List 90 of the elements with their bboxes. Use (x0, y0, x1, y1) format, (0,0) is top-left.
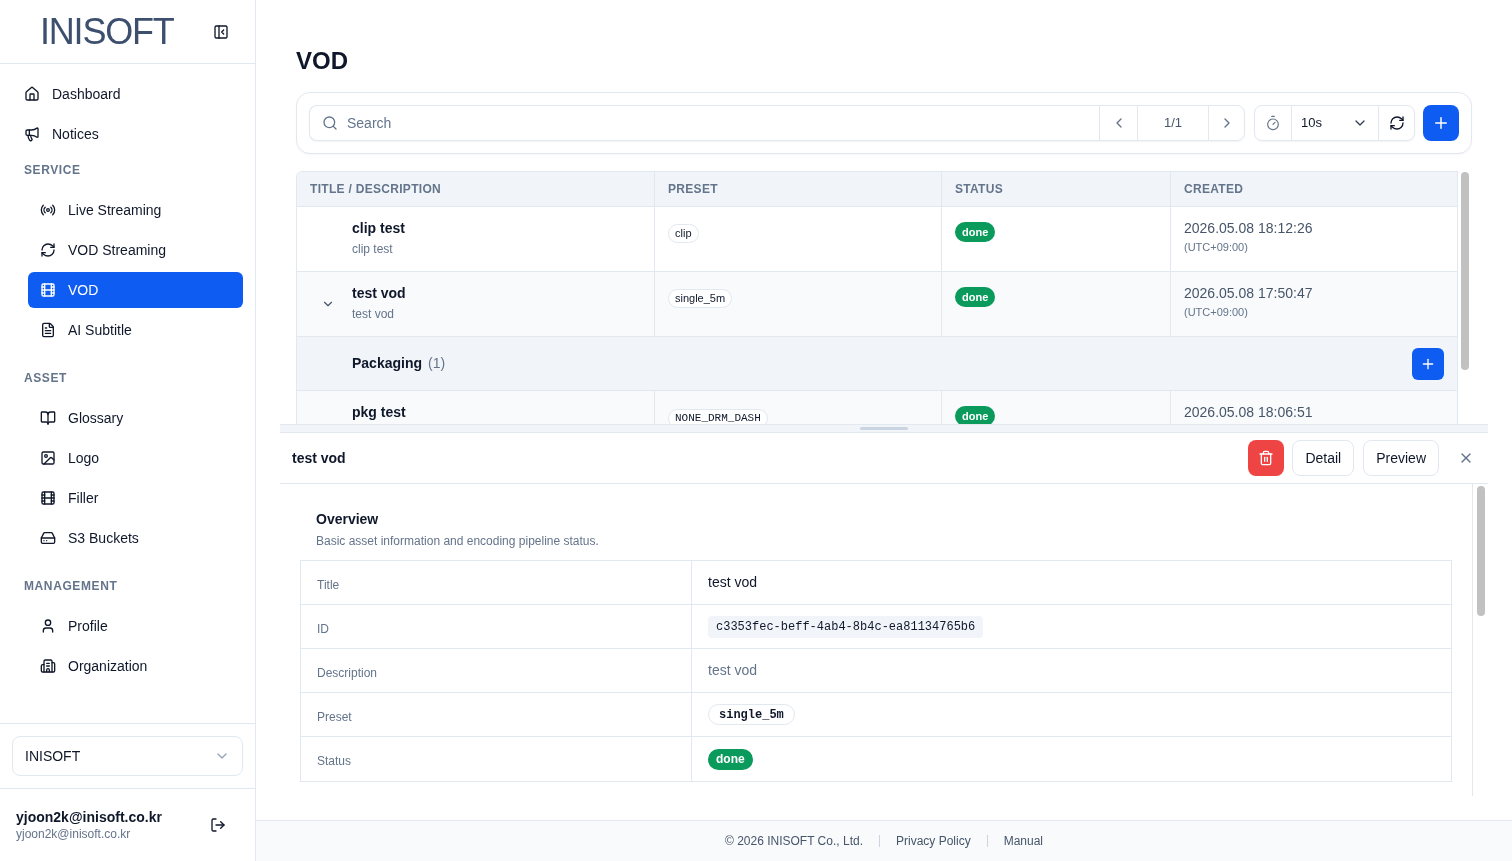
action-button[interactable]: Detail (1292, 440, 1355, 476)
status-badge: done (955, 406, 996, 424)
table-row[interactable]: clip test clip test clip done 2026.05.08 18:12:26 (UTC+09:00) (297, 207, 1457, 272)
column-header: TITLE / DESCRIPTION (309, 181, 443, 198)
building-icon (40, 658, 56, 674)
column-header: PRESET (654, 172, 941, 206)
table-row[interactable]: pkg test NONE_DRM_DASH done 2026.05.08 18:06:51 (297, 391, 1457, 424)
timer-icon (1265, 115, 1281, 131)
created-date: 2026.05.08 18:06:51 (1184, 403, 1313, 421)
row-description: test vod (352, 306, 396, 322)
drive-icon (40, 530, 56, 546)
footer-link[interactable]: Privacy Policy (896, 832, 971, 850)
house-icon (24, 86, 40, 102)
field-value: test vod (708, 573, 758, 592)
timezone-text: (UTC+09:00) (1184, 305, 1248, 320)
section-heading: SERVICE (24, 162, 81, 178)
table-row[interactable]: test vod test vod single_5m done 2026.05.08 17:50:47 (UTC+09:00) (297, 272, 1457, 337)
status-badge: done (708, 748, 753, 770)
section-heading: MANAGEMENT (24, 578, 118, 594)
search-icon (322, 115, 338, 131)
field-label: Status (317, 754, 352, 768)
nav-item[interactable]: Glossary (28, 400, 243, 436)
created-date: 2026.05.08 17:50:47 (1184, 284, 1313, 302)
search-field[interactable]: Search (309, 105, 1099, 141)
refresh-icon (1388, 115, 1405, 131)
timezone-text: (UTC+09:00) (1184, 240, 1248, 255)
nav-item[interactable]: S3 Buckets (28, 520, 243, 556)
organization-select[interactable]: INISOFT (12, 736, 243, 776)
delete-button[interactable] (1248, 440, 1285, 476)
preset-tag: clip (668, 223, 699, 243)
nav-item[interactable]: Logo (28, 440, 243, 476)
nav-item[interactable]: Organization (28, 648, 243, 684)
row-title: clip test (352, 219, 405, 237)
collapse-sidebar-icon[interactable] (213, 23, 229, 40)
row-title: pkg test (352, 403, 406, 421)
image-icon (40, 450, 56, 466)
page-indicator: 1/1 (1137, 106, 1208, 140)
preset-tag: NONE_DRM_DASH (668, 408, 768, 424)
action-button[interactable]: Preview (1363, 440, 1439, 476)
column-header: STATUS (941, 172, 1170, 206)
plus-icon (1432, 114, 1450, 132)
logout-icon[interactable] (210, 817, 226, 833)
field-label: Preset (317, 710, 352, 724)
nav-item[interactable]: Dashboard (12, 76, 243, 112)
broadcast-icon (40, 202, 56, 218)
interval-select[interactable]: 10s (1291, 106, 1378, 140)
nav-item[interactable]: Live Streaming (28, 192, 243, 228)
group-count: (1) (428, 354, 446, 373)
copyright-text: © 2026 INISOFT Co., Ltd. (724, 833, 863, 850)
page-title: VOD (296, 46, 348, 76)
film-icon (40, 282, 56, 298)
add-button[interactable] (1423, 105, 1459, 141)
created-date: 2026.05.08 18:12:26 (1184, 219, 1313, 237)
person-icon (40, 618, 56, 634)
nav-item[interactable]: Profile (28, 608, 243, 644)
nav-item[interactable]: VOD (28, 272, 243, 308)
status-badge: done (955, 287, 996, 308)
section-title: Overview (316, 510, 379, 529)
book-icon (40, 410, 56, 426)
document-icon (40, 322, 56, 338)
id-code: c3353fec-beff-4ab4-8b4c-ea81134765b6 (708, 615, 984, 638)
nav-item[interactable]: Filler (28, 480, 243, 516)
field-label: Title (317, 578, 340, 592)
detail-title: test vod (292, 448, 346, 468)
section-heading: ASSET (24, 370, 67, 386)
field-label: ID (317, 622, 329, 636)
footer-link[interactable]: Manual (1003, 832, 1044, 850)
preset-tag: single_5m (668, 288, 733, 308)
film-icon (40, 490, 56, 506)
user-email: yjoon2k@inisoft.co.kr (16, 826, 132, 842)
nav-item[interactable]: VOD Streaming (28, 232, 243, 268)
refresh-icon (40, 242, 56, 258)
user-name: yjoon2k@inisoft.co.kr (16, 808, 162, 826)
status-badge: done (955, 222, 996, 243)
row-title: test vod (352, 284, 406, 302)
field-label: Description (317, 666, 378, 680)
trash-icon (1258, 450, 1275, 466)
megaphone-icon (24, 126, 40, 142)
section-subtitle: Basic asset information and encoding pipeline status. (316, 533, 599, 549)
field-value: test vod (708, 661, 758, 680)
nav-item[interactable]: AI Subtitle (28, 312, 243, 348)
row-description: clip test (352, 241, 394, 257)
scrollbar-thumb[interactable] (1476, 486, 1485, 616)
group-title: Packaging (352, 354, 423, 373)
nav-item[interactable]: Notices (12, 116, 243, 152)
logo: INISOFT (40, 13, 174, 50)
drag-handle[interactable] (860, 427, 908, 430)
scrollbar-thumb[interactable] (1461, 172, 1469, 370)
add-button[interactable] (1412, 347, 1444, 380)
column-header: CREATED (1170, 172, 1457, 206)
